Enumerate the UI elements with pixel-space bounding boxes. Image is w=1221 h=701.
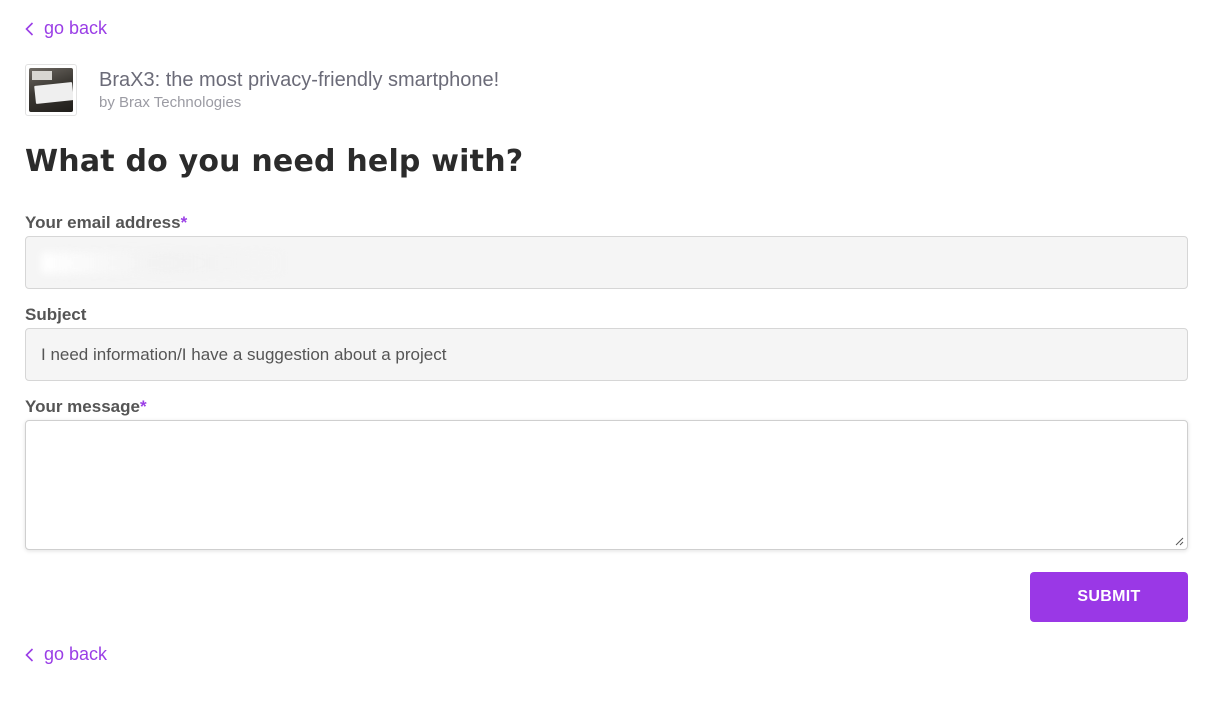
- email-field[interactable]: [25, 236, 1188, 289]
- chevron-left-icon: [25, 21, 34, 36]
- go-back-label: go back: [44, 18, 108, 38]
- required-marker: *: [139, 397, 147, 416]
- message-label: Your message*: [25, 397, 147, 416]
- email-label: Your email address*: [25, 213, 188, 232]
- go-back-link-bottom[interactable]: go back: [25, 644, 107, 665]
- subject-label: Subject: [25, 305, 87, 324]
- submit-button[interactable]: SUBMIT: [1030, 572, 1188, 622]
- subject-select[interactable]: I need information/I have a suggestion a…: [25, 328, 1188, 381]
- required-marker: *: [180, 213, 188, 232]
- go-back-label: go back: [44, 644, 108, 664]
- resize-handle-icon[interactable]: [1174, 536, 1184, 546]
- project-title: BraX3: the most privacy-friendly smartph…: [99, 69, 500, 91]
- message-textarea[interactable]: [25, 420, 1188, 550]
- page-title: What do you need help with?: [25, 144, 524, 179]
- project-thumbnail: [25, 64, 77, 116]
- go-back-link-top[interactable]: go back: [25, 18, 107, 39]
- redacted-email: [41, 251, 281, 274]
- project-author: by Brax Technologies: [99, 94, 242, 111]
- subject-value: I need information/I have a suggestion a…: [41, 344, 447, 364]
- project-summary: BraX3: the most privacy-friendly smartph…: [25, 64, 499, 116]
- chevron-left-icon: [25, 647, 34, 662]
